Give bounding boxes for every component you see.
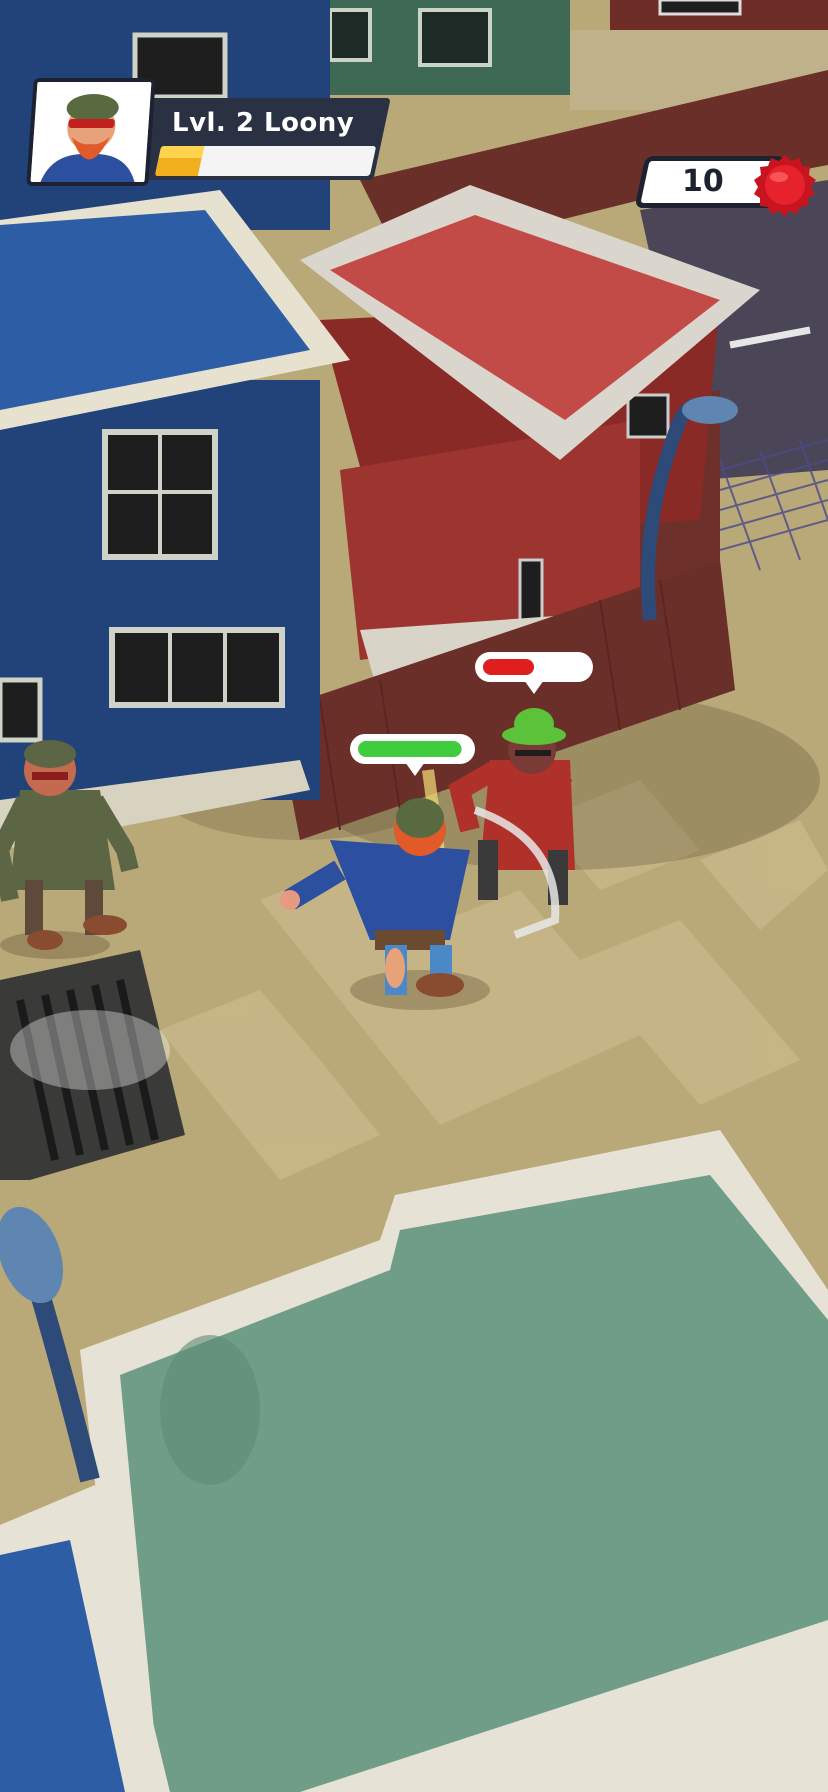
player-level-hud: Lvl. 2 Loony <box>26 78 391 186</box>
game-scene[interactable] <box>0 0 828 1792</box>
xp-progress-fill <box>154 146 205 176</box>
enemy-health-fill <box>483 659 534 675</box>
player-health-fill <box>358 741 462 757</box>
xp-progress-bar <box>154 146 377 176</box>
red-bottle-cap-icon <box>754 155 816 217</box>
coin-counter: 10 <box>634 155 816 217</box>
player-portrait <box>26 78 156 186</box>
bearded-loony-portrait-icon <box>30 82 152 182</box>
player-level-label: Lvl. 2 Loony <box>172 108 355 138</box>
coin-count: 10 <box>682 164 724 199</box>
